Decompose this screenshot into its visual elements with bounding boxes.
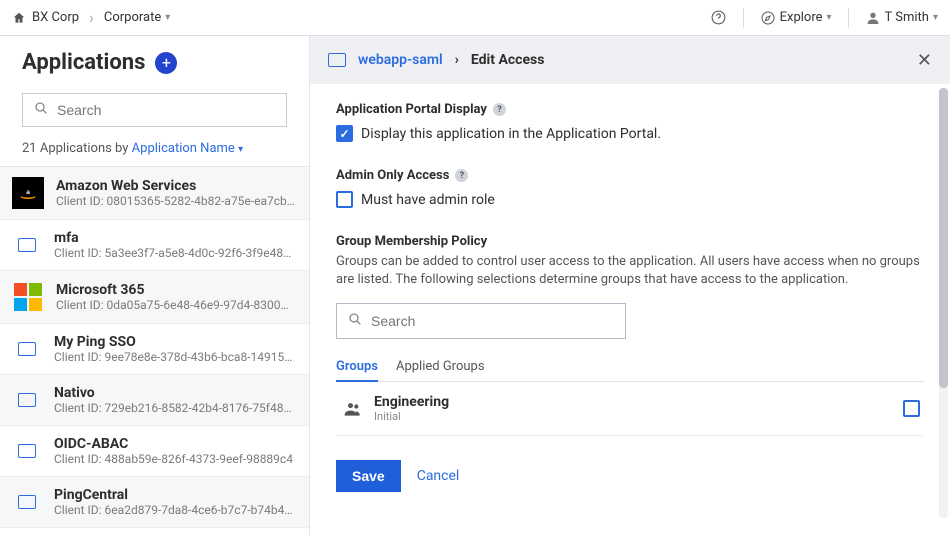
app-name: Nativo [54, 385, 295, 401]
generic-app-icon [18, 495, 36, 509]
portal-display-checkbox[interactable] [336, 125, 353, 142]
app-client-id: Client ID: 488ab59e-826f-4373-9eef-98889… [54, 452, 293, 466]
app-row[interactable]: Microsoft 365Client ID: 0da05a75-6e48-46… [0, 271, 309, 324]
generic-app-icon [18, 238, 36, 252]
cancel-button[interactable]: Cancel [417, 468, 460, 484]
app-name: mfa [54, 230, 295, 246]
app-client-id: Client ID: 08015365-5282-4b82-a75e-ea7cb… [56, 194, 295, 208]
app-name: PingCentral [54, 487, 295, 503]
app-icon [328, 53, 346, 67]
portal-display-heading: Application Portal Display [336, 102, 487, 117]
user-name: T Smith [885, 10, 929, 25]
breadcrumb-org[interactable]: BX Corp [32, 10, 79, 25]
app-row[interactable]: My Ping SSOClient ID: 9ee78e8e-378d-43b6… [0, 324, 309, 375]
generic-app-icon [18, 393, 36, 407]
group-policy-heading: Group Membership Policy [336, 234, 487, 249]
breadcrumb-env[interactable]: Corporate ▾ [104, 10, 170, 25]
group-search-input[interactable] [371, 313, 615, 329]
group-policy-description: Groups can be added to control user acce… [336, 253, 924, 289]
page-title: Applications [22, 50, 145, 75]
group-icon [340, 399, 366, 419]
breadcrumb-env-label: Corporate [104, 10, 161, 25]
app-name: Microsoft 365 [56, 282, 295, 298]
caret-down-icon: ▾ [238, 144, 243, 155]
app-name: My Ping SSO [54, 334, 295, 350]
panel-breadcrumb-current: Edit Access [471, 52, 545, 68]
help-icon[interactable]: ? [493, 103, 506, 116]
group-checkbox[interactable] [903, 400, 920, 417]
microsoft-icon [12, 281, 44, 313]
caret-down-icon: ▾ [933, 12, 938, 23]
admin-role-label: Must have admin role [361, 192, 495, 208]
app-client-id: Client ID: 6ea2d879-7da8-4ce6-b7c7-b74b4… [54, 503, 295, 517]
count-prefix: 21 Applications by [22, 141, 132, 156]
caret-down-icon: ▾ [827, 12, 832, 23]
group-search[interactable] [336, 303, 626, 339]
app-client-id: Client ID: 729eb216-8582-42b4-8176-75f48… [54, 401, 295, 415]
app-client-id: Client ID: 9ee78e8e-378d-43b6-bca8-14915… [54, 350, 295, 364]
group-name: Engineering [374, 394, 449, 410]
scrollbar-thumb[interactable] [939, 88, 948, 388]
generic-app-icon [18, 444, 36, 458]
tab-groups[interactable]: Groups [336, 359, 378, 382]
help-icon[interactable]: ? [455, 169, 468, 182]
chevron-right-icon: › [85, 8, 98, 27]
app-row[interactable]: a Amazon Web ServicesClient ID: 08015365… [0, 167, 309, 220]
search-icon [33, 100, 49, 120]
generic-app-icon [18, 342, 36, 356]
user-menu[interactable]: T Smith ▾ [865, 10, 938, 26]
tab-applied-groups[interactable]: Applied Groups [396, 359, 485, 381]
add-application-button[interactable]: + [155, 52, 177, 74]
home-icon[interactable] [12, 11, 26, 25]
divider [743, 8, 744, 28]
aws-icon: a [12, 177, 44, 209]
app-client-id: Client ID: 0da05a75-6e48-46e9-97d4-8300a… [56, 298, 295, 312]
app-row[interactable]: PingCentralClient ID: 6ea2d879-7da8-4ce6… [0, 477, 309, 528]
applications-search[interactable] [22, 93, 287, 127]
panel-app-link[interactable]: webapp-saml [358, 52, 443, 68]
search-icon [347, 311, 363, 331]
app-row[interactable]: NativoClient ID: 729eb216-8582-42b4-8176… [0, 375, 309, 426]
app-row[interactable]: mfaClient ID: 5a3ee3f7-a5e8-4d0c-92f6-3f… [0, 220, 309, 271]
help-button[interactable] [710, 9, 727, 26]
app-client-id: Client ID: 5a3ee3f7-a5e8-4d0c-92f6-3f9e4… [54, 246, 295, 260]
app-name: Amazon Web Services [56, 178, 295, 194]
explore-button[interactable]: Explore ▾ [760, 10, 832, 26]
portal-display-label: Display this application in the Applicat… [361, 126, 661, 142]
app-row[interactable]: OIDC-ABACClient ID: 488ab59e-826f-4373-9… [0, 426, 309, 477]
applications-count: 21 Applications by Application Name ▾ [0, 135, 309, 167]
app-name: OIDC-ABAC [54, 436, 293, 452]
svg-text:a: a [26, 189, 30, 196]
group-sublabel: Initial [374, 410, 449, 423]
sort-by-link[interactable]: Application Name ▾ [132, 141, 243, 156]
chevron-right-icon: › [455, 52, 459, 68]
explore-label: Explore [780, 10, 823, 25]
save-button[interactable]: Save [336, 460, 401, 492]
close-button[interactable]: ✕ [917, 50, 932, 71]
admin-role-checkbox[interactable] [336, 191, 353, 208]
scrollbar[interactable] [939, 88, 948, 518]
caret-down-icon: ▾ [165, 12, 170, 23]
admin-access-heading: Admin Only Access [336, 168, 449, 183]
applications-search-input[interactable] [57, 102, 276, 118]
divider [848, 8, 849, 28]
group-row[interactable]: Engineering Initial [336, 382, 924, 436]
